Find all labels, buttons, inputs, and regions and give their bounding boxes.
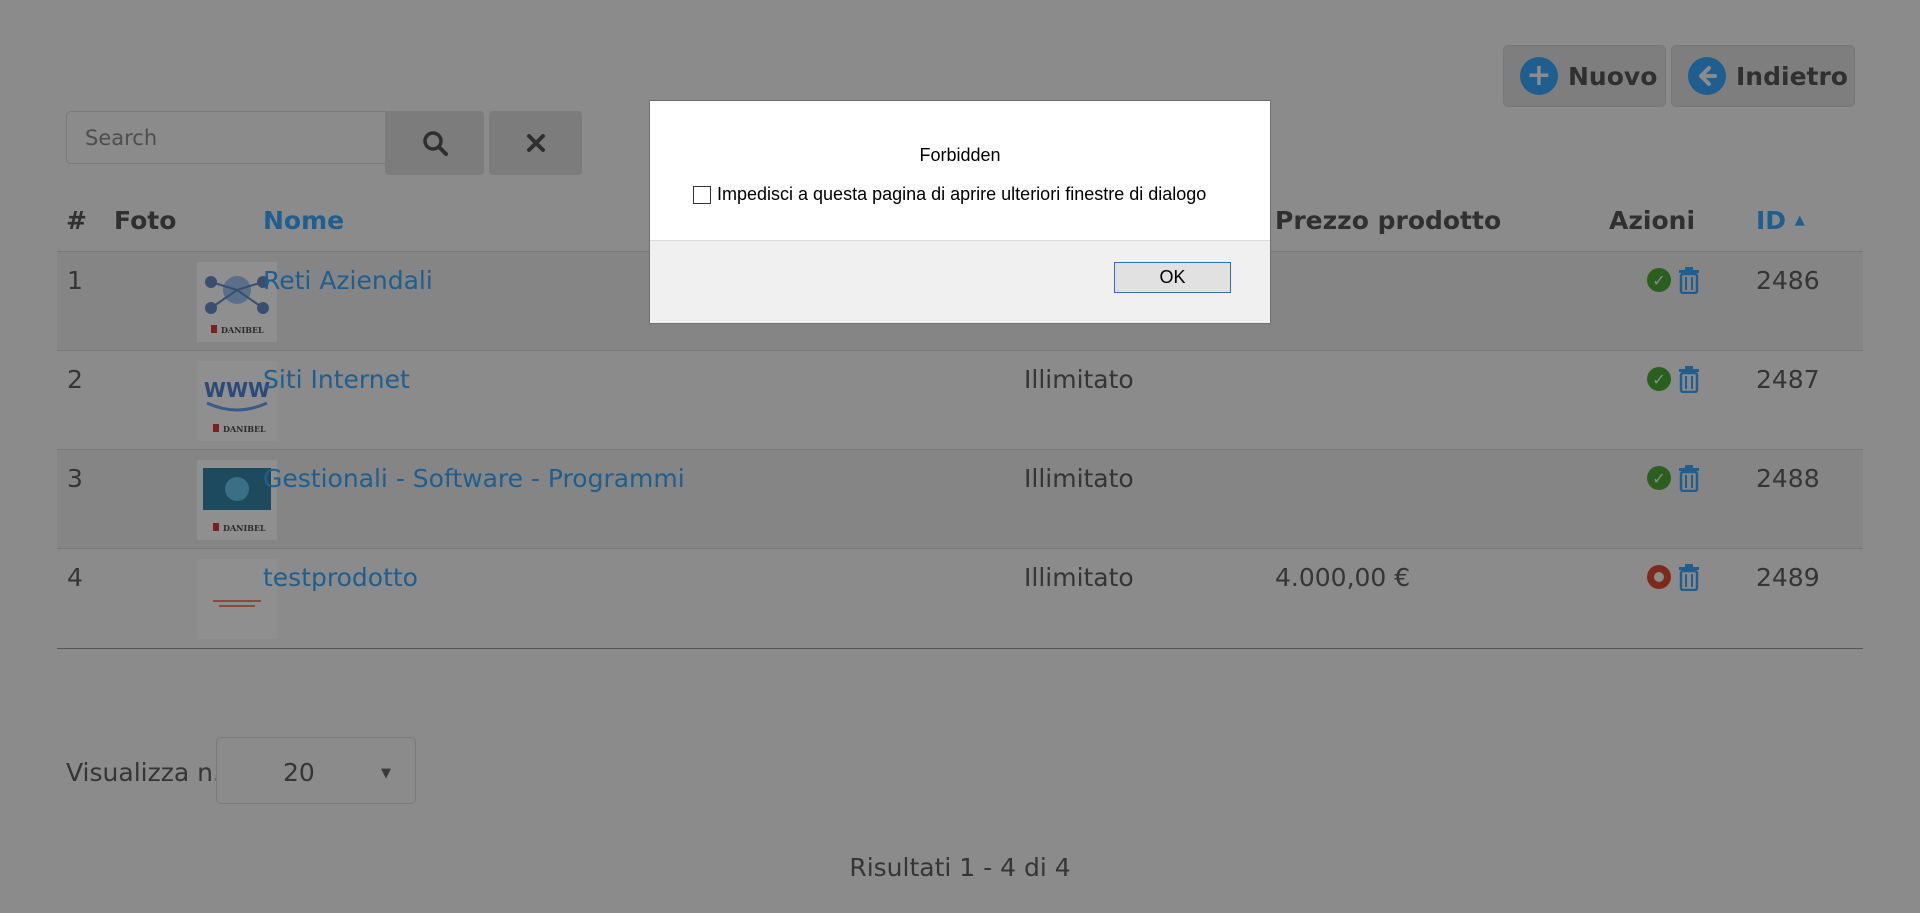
product-name-link[interactable]: Reti Aziendali — [263, 266, 433, 295]
product-price: 4.000,00 € — [1275, 563, 1411, 592]
back-button[interactable]: Indietro — [1671, 45, 1855, 107]
page-size-value: 20 — [283, 758, 315, 787]
thumbnail-brand: DANIBEL — [223, 523, 266, 533]
suppress-dialogs-option[interactable]: Impedisci a questa pagina di aprire ulte… — [693, 184, 1206, 205]
product-name-link[interactable]: testprodotto — [263, 563, 418, 592]
status-active-icon[interactable]: ✓ — [1647, 268, 1671, 292]
column-header-index: # — [66, 206, 87, 235]
page-overlay: + Nuovo Indietro # Foto Nome Prezzo prod… — [0, 0, 1920, 913]
ok-button[interactable]: OK — [1114, 262, 1231, 293]
table-row: 4 testprodotto Illimitato 4.000,00 € 248… — [57, 548, 1863, 649]
thumbnail-brand: DANIBEL — [221, 325, 264, 335]
column-header-name[interactable]: Nome — [263, 206, 344, 235]
alert-dialog: Forbidden Impedisci a questa pagina di a… — [649, 100, 1271, 324]
row-index: 4 — [67, 563, 83, 592]
row-id: 2489 — [1756, 563, 1820, 592]
product-name-link[interactable]: Gestionali - Software - Programmi — [263, 464, 685, 493]
caret-down-icon: ▼ — [381, 766, 391, 781]
row-id: 2487 — [1756, 365, 1820, 394]
close-icon — [526, 134, 545, 152]
trash-icon[interactable] — [1677, 464, 1701, 492]
sort-ascending-icon: ▲ — [1794, 213, 1805, 228]
status-inactive-icon[interactable] — [1647, 565, 1671, 589]
availability: Illimitato — [1024, 464, 1134, 493]
search-input[interactable] — [66, 111, 386, 164]
table-row: 3 DANIBEL Gestionali - Software - Progra… — [57, 449, 1863, 549]
svg-text:WWW: WWW — [204, 378, 270, 402]
availability: Illimitato — [1024, 365, 1134, 394]
table-row: 2 WWW DANIBEL Siti Internet Illimitato ✓… — [57, 350, 1863, 450]
row-id: 2486 — [1756, 266, 1820, 295]
trash-icon[interactable] — [1677, 563, 1701, 591]
results-count: Risultati 1 - 4 di 4 — [849, 853, 1071, 882]
column-header-photo: Foto — [114, 206, 177, 235]
column-header-price: Prezzo prodotto — [1275, 206, 1502, 235]
page-size-label: Visualizza n. — [66, 758, 221, 787]
column-header-actions: Azioni — [1609, 206, 1696, 235]
back-button-label: Indietro — [1736, 61, 1848, 91]
dialog-footer: OK — [650, 240, 1270, 323]
column-header-id-label: ID — [1756, 206, 1787, 235]
page-size-select[interactable]: 20 ▼ — [216, 737, 416, 804]
column-header-id[interactable]: ID ▲ — [1756, 206, 1805, 235]
trash-icon[interactable] — [1677, 266, 1701, 294]
availability: Illimitato — [1024, 563, 1134, 592]
suppress-dialogs-label: Impedisci a questa pagina di aprire ulte… — [717, 184, 1207, 204]
clear-search-button[interactable] — [489, 111, 582, 175]
row-id: 2488 — [1756, 464, 1820, 493]
search-button[interactable] — [385, 111, 484, 175]
thumbnail-brand: DANIBEL — [223, 424, 266, 434]
dialog-message: Forbidden — [919, 145, 1001, 165]
plus-circle-icon: + — [1520, 57, 1558, 95]
row-index: 3 — [67, 464, 83, 493]
suppress-dialogs-checkbox[interactable] — [693, 185, 711, 204]
search-icon — [422, 131, 448, 156]
trash-icon[interactable] — [1677, 365, 1701, 393]
status-active-icon[interactable]: ✓ — [1647, 367, 1671, 391]
new-button[interactable]: + Nuovo — [1503, 45, 1666, 107]
row-index: 1 — [67, 266, 83, 295]
row-index: 2 — [67, 365, 83, 394]
status-active-icon[interactable]: ✓ — [1647, 466, 1671, 490]
product-name-link[interactable]: Siti Internet — [263, 365, 410, 394]
arrow-left-circle-icon — [1688, 57, 1726, 95]
new-button-label: Nuovo — [1568, 61, 1658, 91]
